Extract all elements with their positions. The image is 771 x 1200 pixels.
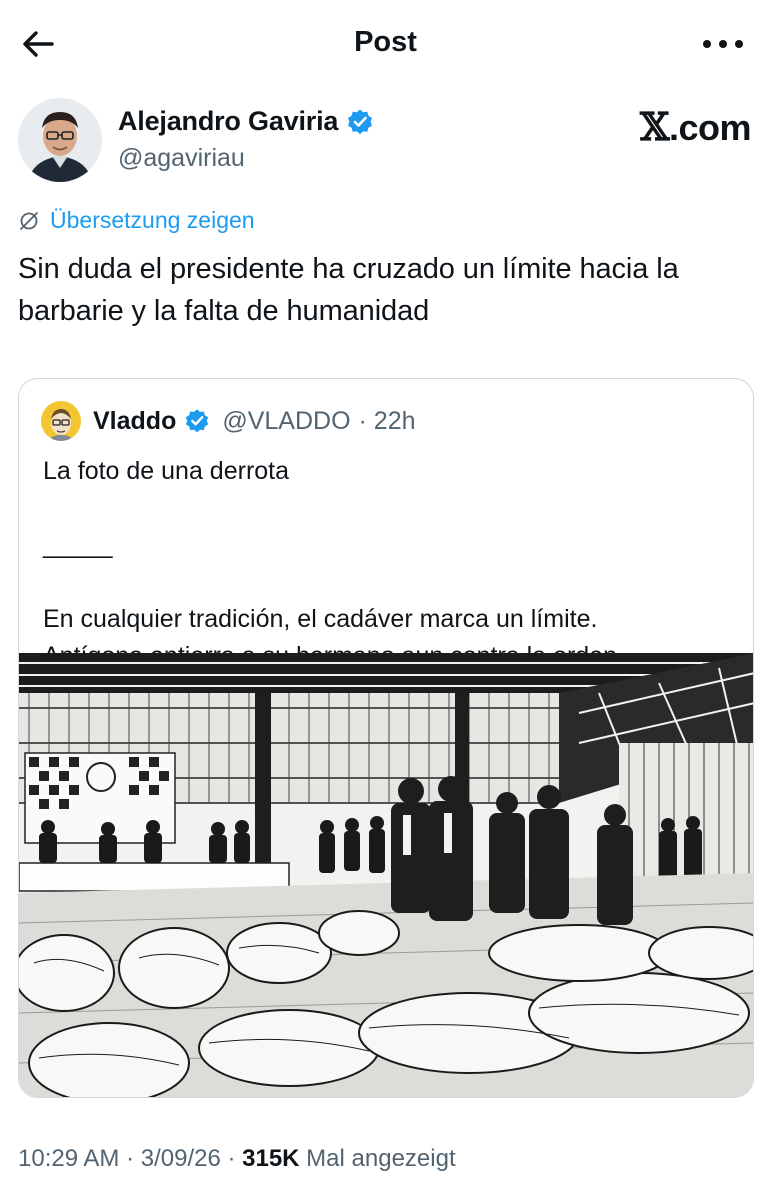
post-time[interactable]: 10:29 AM — [18, 1145, 119, 1172]
author-name-row: Alejandro Gaviria — [118, 106, 374, 137]
avatar[interactable] — [18, 98, 102, 182]
quote-header: Vladdo @VLADDO · 22h — [41, 401, 416, 441]
translate-label: Übersetzung zeigen — [50, 207, 255, 233]
page-title: Post — [354, 26, 417, 58]
meta-separator: · — [220, 1145, 243, 1172]
verified-badge-icon — [348, 109, 373, 134]
quote-text: La foto de una derrota _____ En cualquie… — [43, 457, 642, 670]
top-bar: Post — [0, 0, 771, 88]
author-name[interactable]: Alejandro Gaviria — [118, 106, 338, 137]
quote-avatar[interactable] — [41, 401, 81, 441]
watermark-suffix: .com — [668, 107, 752, 148]
quote-author-name[interactable]: Vladdo — [93, 407, 176, 436]
view-count: 315K — [242, 1145, 300, 1172]
quote-author-handle[interactable]: @VLADDO — [222, 407, 350, 436]
quote-timestamp[interactable]: · 22h — [359, 407, 416, 436]
quote-image[interactable] — [19, 653, 754, 1098]
x-logo-icon: 𝕏 — [639, 104, 669, 149]
globe-slash-icon — [20, 211, 38, 230]
translate-link[interactable]: Übersetzung zeigen — [18, 207, 255, 234]
author-row: Alejandro Gaviria @agaviriau 𝕏 .com — [18, 98, 753, 188]
tweet-text: Sin duda el presidente ha cruzado un lím… — [18, 253, 679, 327]
more-options-button[interactable] — [701, 28, 745, 60]
more-horizontal-icon — [703, 40, 743, 48]
quoted-tweet-card[interactable]: Vladdo @VLADDO · 22h La foto de una derr… — [18, 378, 754, 1098]
post-date[interactable]: 3/09/26 — [141, 1145, 221, 1172]
views-label: Mal angezeigt — [299, 1145, 456, 1172]
author-handle[interactable]: @agaviriau — [118, 144, 245, 173]
xcom-watermark: 𝕏 .com — [639, 104, 752, 149]
post-meta: 10:29 AM · 3/09/26 · 315K Mal angezeigt — [18, 1145, 456, 1173]
meta-separator: · — [119, 1145, 141, 1172]
verified-badge-icon — [186, 409, 209, 433]
